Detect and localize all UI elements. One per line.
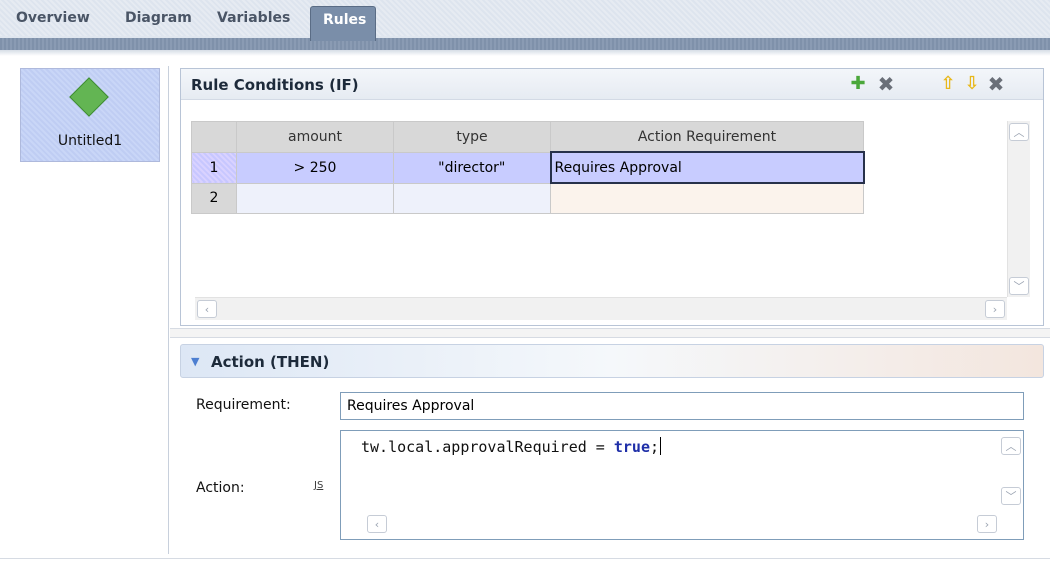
action-section: ▼ Action (THEN) Requirement: Requires Ap… <box>180 344 1044 554</box>
rule-item-label: Untitled1 <box>57 133 123 149</box>
action-header[interactable]: ▼ Action (THEN) <box>180 344 1044 378</box>
tab-rules-label: Rules <box>323 12 367 28</box>
table-row[interactable]: 1 > 250 "director" Requires Approval <box>191 151 865 184</box>
scroll-down-icon[interactable]: ﹀ <box>1001 487 1021 505</box>
action-label: Action: <box>196 480 245 496</box>
conditions-horizontal-scrollbar[interactable]: ‹ › <box>195 297 1007 320</box>
column-header-type[interactable]: type <box>393 121 551 153</box>
cell-action-requirement[interactable] <box>550 182 864 214</box>
scroll-right-icon[interactable]: › <box>977 515 997 533</box>
column-header-action-requirement[interactable]: Action Requirement <box>550 121 864 153</box>
cell-type[interactable]: "director" <box>393 151 551 184</box>
scroll-right-icon[interactable]: › <box>985 300 1005 318</box>
row-number-header <box>191 121 237 153</box>
delete-icon[interactable]: ✖ <box>877 74 895 94</box>
remove-icon[interactable]: ✖ <box>987 74 1005 94</box>
javascript-icon: JS <box>314 480 324 491</box>
add-icon[interactable]: ✚ <box>849 75 867 93</box>
action-title: Action (THEN) <box>211 353 330 371</box>
scroll-up-icon[interactable]: ︿ <box>1009 123 1029 141</box>
tab-diagram[interactable]: Diagram <box>125 10 192 30</box>
green-diamond-icon <box>69 77 109 117</box>
scroll-left-icon[interactable]: ‹ <box>367 515 387 533</box>
cell-amount[interactable] <box>236 182 394 214</box>
table-header-row: amount type Action Requirement <box>191 121 864 153</box>
code-line: tw.local.approvalRequired = true; <box>361 437 662 456</box>
conditions-table: amount type Action Requirement 1 > 250 "… <box>191 121 865 214</box>
column-header-amount[interactable]: amount <box>236 121 394 153</box>
scroll-down-icon[interactable]: ﹀ <box>1009 277 1029 295</box>
code-text: tw.local.approvalRequired = <box>361 438 614 456</box>
table-row[interactable]: 2 <box>191 182 864 214</box>
tab-rules[interactable]: Rules <box>310 6 376 41</box>
action-code-editor[interactable]: tw.local.approvalRequired = true; ︿ ﹀ ‹ … <box>340 430 1024 540</box>
move-up-icon[interactable]: ⇧ <box>939 75 957 93</box>
requirement-field[interactable]: Requires Approval <box>340 392 1024 420</box>
rule-item-untitled1[interactable]: Untitled1 <box>20 68 160 162</box>
tab-variables[interactable]: Variables <box>217 10 290 30</box>
scroll-up-icon[interactable]: ︿ <box>1001 437 1021 455</box>
scroll-left-icon[interactable]: ‹ <box>197 300 217 318</box>
cell-amount[interactable]: > 250 <box>236 151 394 184</box>
conditions-vertical-scrollbar[interactable]: ︿ ﹀ <box>1007 121 1030 297</box>
code-keyword: true <box>613 438 650 456</box>
requirement-label: Requirement: <box>196 397 291 413</box>
text-cursor <box>660 437 662 455</box>
section-splitter[interactable] <box>170 328 1050 338</box>
tab-overview[interactable]: Overview <box>16 10 90 30</box>
tab-bar: Overview Diagram Variables Rules <box>0 0 1050 56</box>
collapse-triangle-icon[interactable]: ▼ <box>191 355 199 368</box>
move-down-icon[interactable]: ⇩ <box>963 75 981 93</box>
bottom-border <box>0 558 1050 559</box>
cell-action-requirement[interactable]: Requires Approval <box>549 151 865 184</box>
requirement-value: Requires Approval <box>347 398 475 414</box>
row-number[interactable]: 1 <box>191 151 237 184</box>
panel-divider <box>168 66 169 554</box>
code-end: ; <box>650 438 660 456</box>
row-number[interactable]: 2 <box>191 182 237 214</box>
rule-conditions-title: Rule Conditions (IF) <box>191 76 359 94</box>
rule-conditions-section: Rule Conditions (IF) ✚ ✖ ⇧ ⇩ ✖ amount ty… <box>180 68 1044 326</box>
cell-type[interactable] <box>393 182 551 214</box>
rule-conditions-header: Rule Conditions (IF) ✚ ✖ ⇧ ⇩ ✖ <box>181 69 1043 100</box>
tab-band <box>0 38 1050 50</box>
